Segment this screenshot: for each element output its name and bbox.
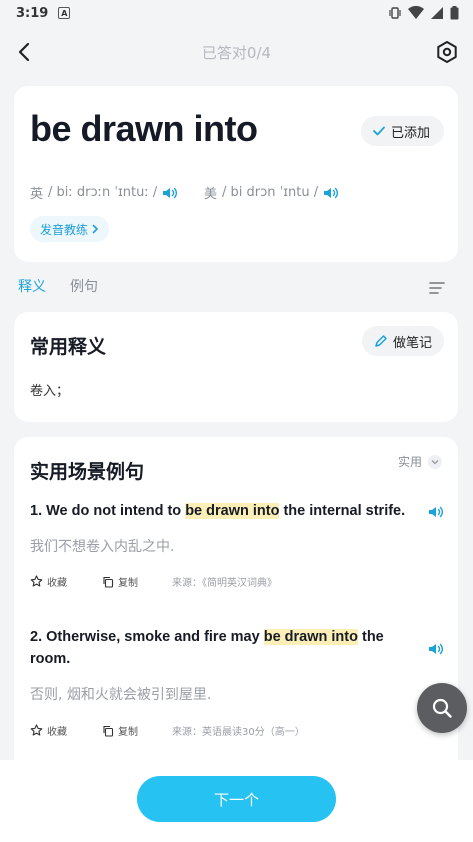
us-label: 美 xyxy=(204,187,218,202)
copy-label: 复制 xyxy=(118,578,138,589)
example-text: the internal strife. xyxy=(279,503,406,519)
speaker-icon xyxy=(324,187,339,198)
collect-label: 收藏 xyxy=(47,727,67,738)
word-card: be drawn into 已添加 英 / biː drɔːn ˈɪntuː /… xyxy=(14,86,458,262)
uk-pronunciation: 英 / biː drɔːn ˈɪntuː / xyxy=(30,183,178,202)
example-filter[interactable]: 实用 xyxy=(398,453,442,470)
examples-title: 实用场景例句 xyxy=(30,461,145,483)
uk-speaker-button[interactable] xyxy=(162,186,178,200)
gear-icon xyxy=(437,41,457,63)
speaker-icon xyxy=(429,506,443,518)
collect-button[interactable]: 收藏 xyxy=(30,574,102,589)
collect-button[interactable]: 收藏 xyxy=(30,723,102,738)
example-1-actions: 收藏 复制 来源：《简明英汉词典》 xyxy=(30,574,277,589)
added-label: 已添加 xyxy=(390,125,430,141)
collect-label: 收藏 xyxy=(47,578,67,589)
filter-label: 实用 xyxy=(397,455,422,469)
us-pronunciation: 美 / bi drɔn ˈɪntu / xyxy=(204,183,339,202)
example-2-actions: 收藏 复制 来源：英语晨读30分（高一） xyxy=(30,723,305,738)
definition-text: 卷入； xyxy=(30,384,70,399)
take-note-button[interactable]: 做笔记 xyxy=(361,326,444,356)
uk-phonetic: / biː drɔːn ˈɪntuː / xyxy=(48,185,158,200)
speaker-icon xyxy=(429,643,443,655)
vibrate-icon xyxy=(389,7,401,19)
example-text: 1. We do not intend to xyxy=(30,503,186,519)
star-icon xyxy=(30,575,43,587)
speaker-icon xyxy=(163,187,178,198)
top-nav: 已答对0/4 xyxy=(0,26,473,78)
definition-card: 常用释义 做笔记 卷入； xyxy=(14,312,458,422)
example-2-source: 来源：英语晨读30分（高一） xyxy=(172,727,305,738)
copy-label: 复制 xyxy=(118,727,138,738)
chevron-left-icon xyxy=(18,42,30,62)
list-sort-icon xyxy=(429,282,445,294)
example-highlight: be drawn into xyxy=(263,629,358,645)
chevron-right-icon xyxy=(92,224,99,234)
sort-button[interactable] xyxy=(429,280,445,299)
notification-icon: A xyxy=(58,7,71,19)
tab-examples[interactable]: 例句 xyxy=(70,276,98,296)
chevron-down-icon xyxy=(428,454,442,469)
copy-button[interactable]: 复制 xyxy=(102,574,172,589)
next-button[interactable]: 下一个 xyxy=(137,776,336,822)
star-icon xyxy=(30,724,43,736)
uk-label: 英 xyxy=(30,187,44,202)
example-2-translation: 否则, 烟和火就会被引到屋里. xyxy=(30,687,212,703)
us-speaker-button[interactable] xyxy=(323,186,339,200)
example-1-source: 来源：《简明英汉词典》 xyxy=(172,578,277,589)
tab-bar: 释义 例句 xyxy=(18,276,98,296)
check-icon xyxy=(373,126,385,136)
bottom-bar: 下一个 xyxy=(0,760,473,842)
examples-card: 实用场景例句 实用 1. We do not intend to be draw… xyxy=(14,437,458,767)
pencil-icon xyxy=(375,334,387,347)
note-label: 做笔记 xyxy=(392,335,432,351)
headword: be drawn into xyxy=(30,108,258,149)
example-1-translation: 我们不想卷入内乱之中. xyxy=(30,539,175,555)
settings-button[interactable] xyxy=(433,38,461,66)
example-highlight: be drawn into xyxy=(185,503,280,519)
pronunciation-coach-button[interactable]: 发音教练 xyxy=(30,216,110,242)
signal-icon xyxy=(431,7,443,19)
practice-label: 发音教练 xyxy=(40,222,89,237)
example-2-speaker-button[interactable] xyxy=(428,641,444,660)
search-icon xyxy=(432,698,452,718)
wifi-icon xyxy=(408,6,424,19)
us-phonetic: / bi drɔn ˈɪntu / xyxy=(222,185,319,200)
definition-title: 常用释义 xyxy=(30,336,107,358)
status-bar: 3:19 A xyxy=(0,0,473,26)
example-text: 2. Otherwise, smoke and fire may xyxy=(30,629,264,645)
page-title: 已答对0/4 xyxy=(201,43,272,62)
copy-icon xyxy=(103,576,114,588)
tab-definitions[interactable]: 释义 xyxy=(18,276,46,296)
copy-icon xyxy=(103,725,114,737)
back-button[interactable] xyxy=(10,38,38,66)
battery-icon xyxy=(450,6,459,20)
copy-button[interactable]: 复制 xyxy=(102,723,172,738)
added-button[interactable]: 已添加 xyxy=(360,116,444,146)
example-sentence-1: 1. We do not intend to be drawn into the… xyxy=(30,500,410,522)
status-time: 3:19 xyxy=(16,5,49,21)
example-1-speaker-button[interactable] xyxy=(428,504,444,523)
search-fab[interactable] xyxy=(417,683,467,733)
example-sentence-2: 2. Otherwise, smoke and fire may be draw… xyxy=(30,626,410,670)
